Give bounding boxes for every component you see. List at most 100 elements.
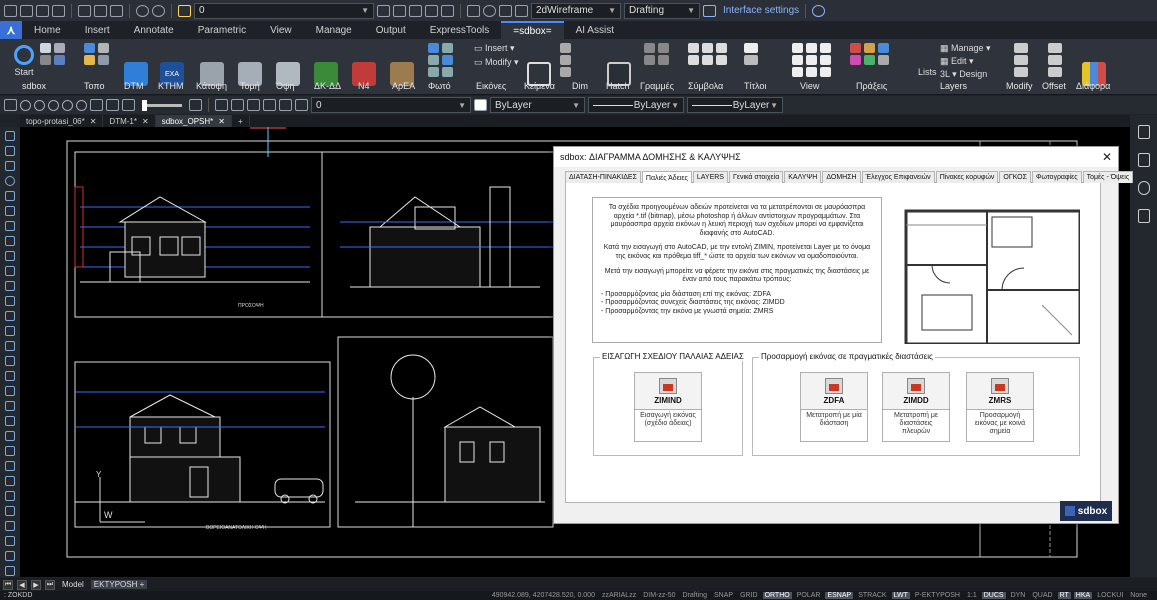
polyline-tool-icon[interactable] xyxy=(5,146,15,156)
layer-prop-icon[interactable] xyxy=(215,99,228,111)
line2-icon[interactable] xyxy=(658,43,669,53)
layer-lock-icon[interactable] xyxy=(263,99,276,111)
tab-tomes-opseis[interactable]: Τομές - Όψεις xyxy=(1082,171,1134,183)
panel-label-hatch[interactable]: Hatch xyxy=(606,81,630,91)
grid-icon[interactable] xyxy=(467,4,480,17)
tab-layers[interactable]: LAYERS xyxy=(692,171,728,183)
tab-ogkos[interactable]: ΟΓΚΟΣ xyxy=(999,171,1031,183)
panel-label-offset[interactable]: Offset xyxy=(1042,81,1066,91)
panel-label-texts[interactable]: Κείμενα xyxy=(524,81,555,91)
match-layer-icon[interactable] xyxy=(377,4,390,17)
circle-tool-icon[interactable] xyxy=(5,176,15,186)
rotate-tool-icon[interactable] xyxy=(5,251,15,261)
panel-label-images[interactable]: Εικόνες xyxy=(476,81,506,91)
status-item[interactable]: QUAD xyxy=(1030,592,1054,599)
line-tool-icon[interactable] xyxy=(5,131,15,141)
foto4-icon[interactable] xyxy=(442,55,453,65)
doc-tab-topo[interactable]: topo-protasi_06* ✕ xyxy=(20,115,104,127)
status-item[interactable]: LWT xyxy=(891,592,910,599)
open-icon[interactable] xyxy=(20,4,33,17)
tab-elegxos[interactable]: Έλεγχος Επιφανειών xyxy=(861,171,935,183)
move-tool-icon[interactable] xyxy=(5,221,15,231)
view7-icon[interactable] xyxy=(792,67,803,77)
visual-style-combo[interactable]: 2dWireframe ▼ xyxy=(531,2,621,19)
scale-tool-icon[interactable] xyxy=(5,281,15,291)
extend-tool-icon[interactable] xyxy=(5,326,15,336)
zimdd-button[interactable]: ZIMDD xyxy=(882,372,950,410)
status-item[interactable]: GRID xyxy=(738,592,760,599)
layers-panel-icon[interactable] xyxy=(1137,153,1150,167)
lineweight-icon[interactable] xyxy=(122,99,135,111)
ribbon-tab-parametric[interactable]: Parametric xyxy=(186,21,258,39)
status-item[interactable]: LOCKUI xyxy=(1095,592,1125,599)
view4-icon[interactable] xyxy=(792,55,803,65)
tab-diatasi[interactable]: ΔΙΑΤΑΣΗ-ΠΙΝΑΚΙΔΕΣ xyxy=(565,171,641,183)
orbit-icon[interactable] xyxy=(106,99,119,111)
panel-label-lines[interactable]: Γραμμές xyxy=(640,81,674,91)
pan-icon[interactable] xyxy=(90,99,103,111)
panel-label-dk-dd[interactable]: ΔΚ-ΔΔ xyxy=(314,81,341,91)
panel-label-area[interactable]: ΑρΕΑ xyxy=(392,81,415,91)
workspace-icon[interactable] xyxy=(499,4,512,17)
help-icon[interactable] xyxy=(812,4,826,17)
ribbon-tab-ai-assist[interactable]: AI Assist xyxy=(564,21,626,39)
fillet-tool-icon[interactable] xyxy=(5,341,15,351)
preview-icon[interactable] xyxy=(94,4,107,17)
panel-label-tomi[interactable]: Τομή xyxy=(240,81,260,91)
ribbon-tab-expresstools[interactable]: ExpressTools xyxy=(418,21,501,39)
off1-icon[interactable] xyxy=(1048,43,1062,53)
point-icon[interactable] xyxy=(84,55,95,65)
foto6-icon[interactable] xyxy=(442,67,453,77)
status-item[interactable]: DIM-zz-50 xyxy=(641,592,677,599)
layer-freeze-icon[interactable] xyxy=(441,4,454,17)
view5-icon[interactable] xyxy=(806,55,817,65)
command-line[interactable]: : ZOKDD xyxy=(0,592,32,599)
panel-label-view[interactable]: View xyxy=(800,81,819,91)
block-tool-icon[interactable] xyxy=(5,461,15,471)
layer-prev-icon[interactable] xyxy=(393,4,406,17)
insert-tool-icon[interactable] xyxy=(5,476,15,486)
layers-manage-dropdown[interactable]: ▦ Manage ▾ xyxy=(940,43,991,54)
foto2-icon[interactable] xyxy=(442,43,453,53)
layer-match-icon[interactable] xyxy=(231,99,244,111)
erase-tool-icon[interactable] xyxy=(5,506,15,516)
layer-dropdown[interactable]: 0 ▼ xyxy=(311,97,471,113)
model-tab[interactable]: Model xyxy=(59,580,87,589)
instructions-textbox[interactable]: Τα σχέδια προηγουμένων αδειών προτείνετα… xyxy=(592,197,882,343)
tab-domisi[interactable]: ΔΟΜΗΣΗ xyxy=(822,171,861,183)
dim3-icon[interactable] xyxy=(560,67,571,77)
layer-iso-icon[interactable] xyxy=(409,4,422,17)
layer-combo[interactable]: 0 ▼ xyxy=(194,2,374,19)
panel-label-dtm[interactable]: DTM xyxy=(124,81,144,91)
status-item[interactable]: HKA xyxy=(1073,592,1093,599)
tab-fotografies[interactable]: Φωτογραφίες xyxy=(1031,171,1082,183)
status-item[interactable]: 490942.089, 4207428.520, 0.000 xyxy=(490,592,597,599)
view6-icon[interactable] xyxy=(820,55,831,65)
zimin-dropdown[interactable]: ▭ Insert ▾ xyxy=(474,43,515,54)
panel-label-opsi[interactable]: Όψη xyxy=(276,81,294,91)
panel-label-symbols[interactable]: Σύμβολα xyxy=(688,81,723,91)
layer-off-icon[interactable] xyxy=(425,4,438,17)
linetype-dropdown[interactable]: ByLayer ▼ xyxy=(588,97,684,113)
zmrs-button[interactable]: ZMRS xyxy=(966,372,1034,410)
globe-icon[interactable] xyxy=(483,4,496,17)
print-icon[interactable] xyxy=(78,4,91,17)
render-icon[interactable] xyxy=(515,4,528,17)
mod1-icon[interactable] xyxy=(1014,43,1028,53)
layer-state-icon[interactable] xyxy=(4,99,17,111)
se-icon[interactable] xyxy=(40,55,51,65)
title2-icon[interactable] xyxy=(744,55,758,65)
off2-icon[interactable] xyxy=(1048,55,1062,65)
new-doc-tab[interactable]: + xyxy=(232,115,250,127)
ribbon-tab-manage[interactable]: Manage xyxy=(304,21,364,39)
act5-icon[interactable] xyxy=(864,55,875,65)
sym5-icon[interactable] xyxy=(702,55,713,65)
sym4-icon[interactable] xyxy=(688,55,699,65)
status-item[interactable]: None xyxy=(1128,592,1149,599)
lists-label[interactable]: Lists xyxy=(918,67,937,77)
tab-genika[interactable]: Γενικά στοιχεία xyxy=(728,171,784,183)
zoom-window-icon[interactable] xyxy=(20,99,31,111)
mod3-icon[interactable] xyxy=(1014,67,1028,77)
layout-tab-ektyposh[interactable]: EKTYPOSH + xyxy=(90,580,148,589)
panel-label-dim[interactable]: Dim xyxy=(572,81,588,91)
